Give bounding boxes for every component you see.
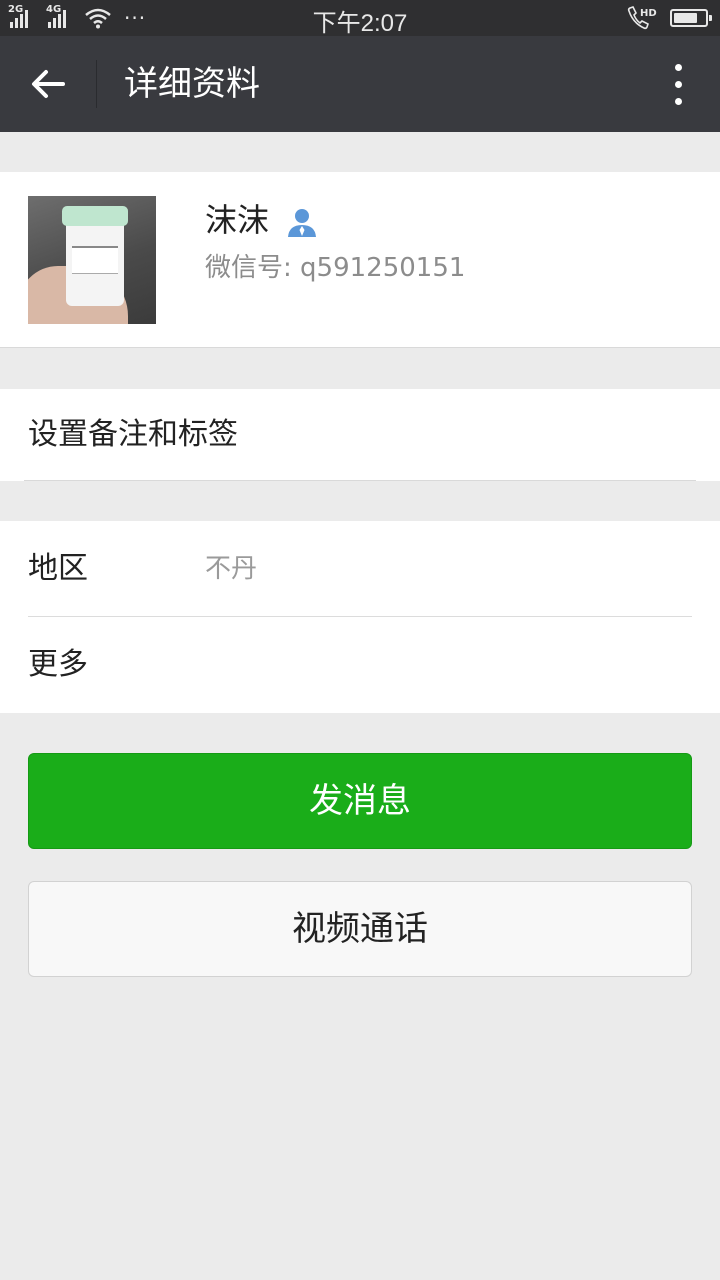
battery-fill [674, 13, 697, 23]
send-message-button[interactable]: 发消息 [28, 753, 692, 849]
set-remarks-tags-row[interactable]: 设置备注和标签 [0, 389, 720, 481]
profile-card: 沫沫 微信号: q591250151 [0, 172, 720, 348]
title-divider [96, 60, 97, 108]
more-dot-icon [674, 97, 682, 105]
back-arrow-icon [32, 70, 65, 98]
region-value: 不丹 [205, 554, 258, 584]
more-row[interactable]: 更多 [0, 617, 720, 713]
more-dot-icon [674, 80, 682, 88]
avatar[interactable] [28, 196, 156, 324]
hd-call-icon: HD [627, 6, 657, 30]
avatar-bottle-label [72, 246, 118, 274]
battery-icon [670, 9, 712, 27]
details-group: 地区 不丹 更多 [0, 521, 720, 713]
wechat-id: 微信号: q591250151 [205, 253, 466, 283]
contact-person-icon [288, 209, 316, 237]
title-bar: 详细资料 [0, 36, 720, 132]
status-right: HD [626, 6, 712, 30]
status-bar: 2G 4G ··· 下午2:07 HD [0, 0, 720, 37]
set-remarks-tags-label: 设置备注和标签 [28, 417, 238, 452]
more-dot-icon [674, 63, 682, 71]
region-row: 地区 不丹 [0, 521, 720, 617]
more-options-button[interactable] [660, 54, 696, 114]
back-button[interactable] [18, 54, 78, 114]
region-label: 地区 [28, 551, 88, 586]
hd-label: HD [640, 8, 657, 19]
status-time: 下午2:07 [312, 10, 408, 37]
more-label: 更多 [28, 647, 88, 682]
row-divider [24, 480, 696, 481]
video-call-button[interactable]: 视频通话 [28, 881, 692, 977]
profile-name: 沫沫 [205, 201, 270, 239]
page-title: 详细资料 [124, 64, 260, 104]
avatar-bottle-cap [62, 206, 128, 226]
